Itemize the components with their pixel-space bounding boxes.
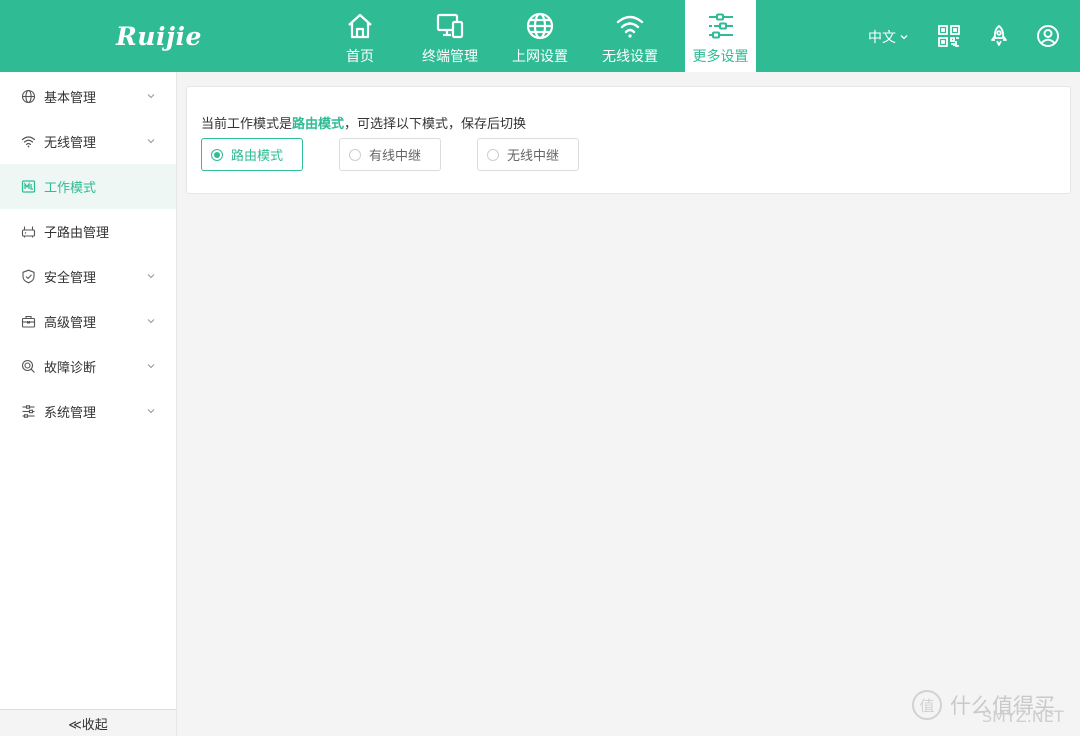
top-nav: 首页 终端管理 上网设置 无线设置 更多设置 (315, 0, 756, 72)
toolbox-icon (21, 314, 36, 329)
nav-home[interactable]: 首页 (315, 0, 405, 72)
qrcode-button[interactable] (937, 24, 961, 48)
user-icon (1037, 25, 1059, 47)
settings-sliders-icon (21, 404, 36, 419)
mode-option-label: 有线中继 (369, 149, 422, 164)
globe-icon (21, 89, 36, 104)
diagnose-icon (21, 359, 36, 374)
wifi-icon (21, 134, 36, 149)
mode-option-label: 路由模式 (231, 149, 284, 164)
nav-terminal-management[interactable]: 终端管理 (405, 0, 495, 72)
chevron-down-icon (900, 35, 908, 40)
work-mode-icon (21, 179, 36, 194)
sidebar-item-label: 子路由管理 (44, 226, 110, 241)
wifi-icon (616, 15, 644, 38)
top-header: Ruijie 首页 终端管理 上网设置 无线设置 更多设置 中文 (0, 0, 1080, 72)
current-mode-highlight: 路由模式 (292, 117, 345, 132)
globe-icon (526, 12, 554, 40)
sidebar-item-label: 工作模式 (44, 181, 97, 196)
nav-wireless-settings-label: 无线设置 (602, 49, 658, 65)
work-mode-description: 当前工作模式是路由模式，可选择以下模式，保存后切换 (201, 113, 526, 132)
nav-internet-settings[interactable]: 上网设置 (495, 0, 585, 72)
user-button[interactable] (1036, 24, 1060, 48)
rocket-button[interactable] (987, 24, 1011, 48)
mode-option-wired-repeater[interactable]: 有线中继 (339, 138, 441, 171)
router-icon (21, 224, 36, 239)
language-selector[interactable]: 中文 (868, 27, 909, 47)
desc-prefix: 当前工作模式是 (201, 117, 293, 132)
sidebar-item-advanced-management[interactable]: 高级管理 (0, 299, 176, 344)
chevron-down-icon (147, 409, 155, 414)
sidebar-item-label: 系统管理 (44, 406, 97, 421)
home-icon (348, 13, 372, 39)
mode-option-label: 无线中继 (507, 149, 560, 164)
radio-unselected-icon (487, 148, 499, 161)
chevron-down-icon (147, 139, 155, 144)
sidebar-item-label: 安全管理 (44, 271, 97, 286)
sidebar-item-label: 无线管理 (44, 136, 97, 151)
radio-selected-icon (211, 148, 223, 161)
devices-icon (436, 13, 464, 39)
radio-unselected-icon (349, 148, 361, 161)
sidebar-item-label: 故障诊断 (44, 361, 97, 376)
shield-icon (21, 269, 36, 284)
sidebar-item-basic-management[interactable]: 基本管理 (0, 74, 176, 119)
chevron-down-icon (147, 319, 155, 324)
language-label: 中文 (868, 30, 896, 46)
rocket-icon (991, 25, 1007, 46)
nav-terminal-management-label: 终端管理 (422, 49, 478, 65)
watermark-logo: 值 (912, 690, 942, 720)
sidebar-collapse-button[interactable]: ≪收起 (0, 709, 176, 736)
sidebar-item-label: 基本管理 (44, 91, 97, 106)
sidebar-item-fault-diagnosis[interactable]: 故障诊断 (0, 344, 176, 389)
nav-internet-settings-label: 上网设置 (512, 49, 568, 65)
chevron-down-icon (147, 364, 155, 369)
desc-suffix: ，可选择以下模式，保存后切换 (344, 117, 527, 132)
ruijie-logo[interactable]: Ruijie (116, 22, 202, 51)
nav-more-settings-label: 更多设置 (692, 49, 749, 65)
sidebar-item-sub-router-management[interactable]: 子路由管理 (0, 209, 176, 254)
nav-wireless-settings[interactable]: 无线设置 (585, 0, 675, 72)
nav-home-label: 首页 (346, 49, 374, 65)
sidebar-item-work-mode[interactable]: 工作模式 (0, 164, 176, 209)
watermark-overlay-text: SMYZ.NET (982, 707, 1064, 726)
work-mode-card: 当前工作模式是路由模式，可选择以下模式，保存后切换 路由模式 有线中继 无线中继 (186, 86, 1071, 194)
sliders-icon (708, 13, 733, 39)
chevron-down-icon (147, 274, 155, 279)
mode-option-wireless-repeater[interactable]: 无线中继 (477, 138, 579, 171)
sidebar-item-system-management[interactable]: 系统管理 (0, 389, 176, 434)
chevron-down-icon (147, 94, 155, 99)
sidebar-item-wireless-management[interactable]: 无线管理 (0, 119, 176, 164)
qrcode-icon (938, 25, 960, 47)
mode-option-router[interactable]: 路由模式 (201, 138, 303, 171)
sidebar-item-security-management[interactable]: 安全管理 (0, 254, 176, 299)
sidebar-item-label: 高级管理 (44, 316, 97, 331)
sidebar: 基本管理 无线管理 工作模式 子路由管理 安全管理 高级管理 故障诊断 系统管理… (0, 72, 177, 736)
nav-more-settings[interactable]: 更多设置 (685, 0, 756, 72)
